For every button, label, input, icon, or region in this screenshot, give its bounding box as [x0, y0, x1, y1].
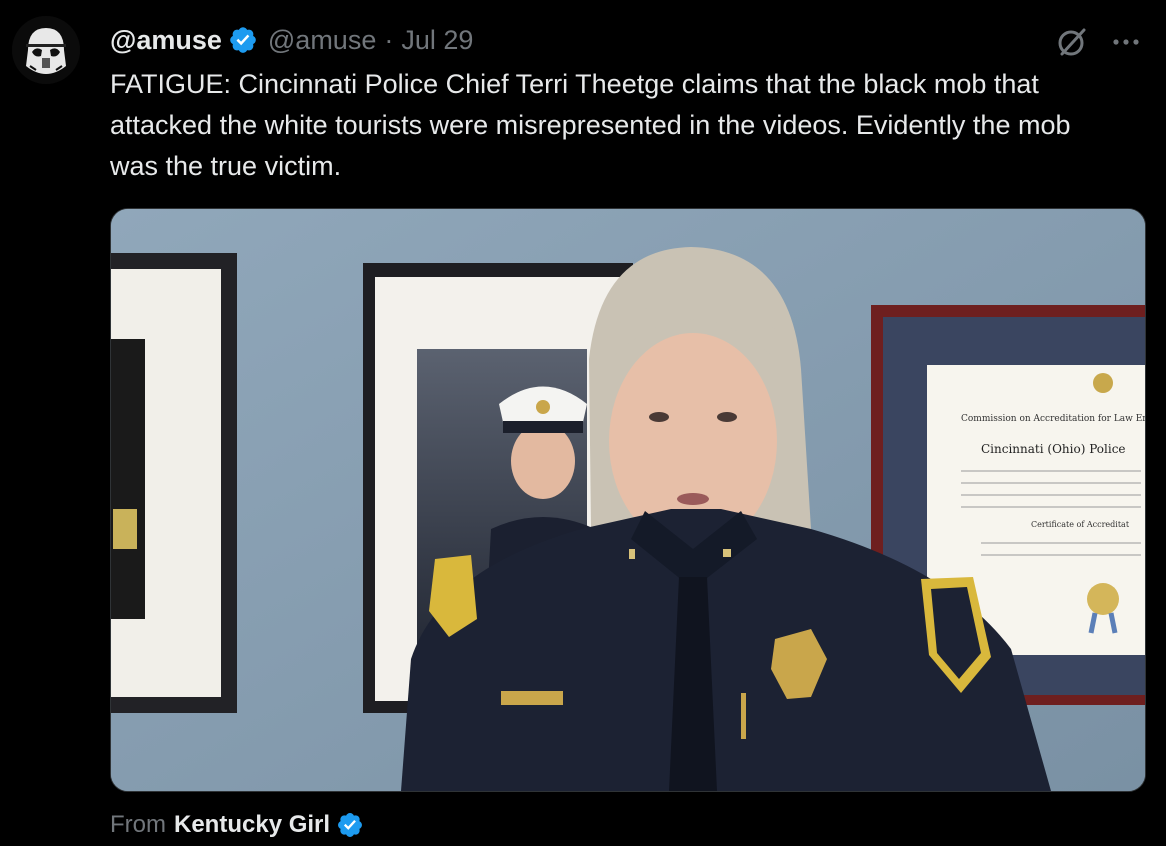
source-account-link[interactable]: Kentucky Girl — [174, 811, 330, 839]
stormtrooper-helmet-icon — [12, 16, 80, 84]
video-frame-image: Commission on Accreditation for Law Enf … — [111, 209, 1145, 791]
tweet-card[interactable]: @amuse @amuse · Jul 29 FATIGUE: Cincinna… — [0, 0, 1166, 846]
grok-icon[interactable] — [1054, 24, 1090, 60]
tweet-date[interactable]: Jul 29 — [401, 25, 473, 56]
from-label: From — [110, 811, 166, 838]
certificate-line3: Certificate of Accreditat — [1031, 520, 1130, 529]
separator-dot: · — [384, 24, 394, 55]
tweet-video[interactable]: Commission on Accreditation for Law Enf … — [110, 208, 1146, 792]
tweet-header: @amuse @amuse · Jul 29 — [110, 22, 473, 58]
certificate-line1: Commission on Accreditation for Law Enf — [961, 414, 1145, 424]
more-options-icon[interactable] — [1110, 30, 1142, 54]
display-name[interactable]: @amuse — [110, 25, 222, 56]
certificate-line2: Cincinnati (Ohio) Police — [981, 442, 1126, 456]
tweet-text: FATIGUE: Cincinnati Police Chief Terri T… — [110, 69, 1071, 181]
avatar[interactable] — [12, 16, 80, 84]
video-attribution: From Kentucky Girl — [110, 808, 364, 842]
user-handle[interactable]: @amuse — [268, 25, 376, 56]
verified-badge-icon — [336, 811, 364, 839]
verified-badge-icon — [228, 25, 258, 55]
